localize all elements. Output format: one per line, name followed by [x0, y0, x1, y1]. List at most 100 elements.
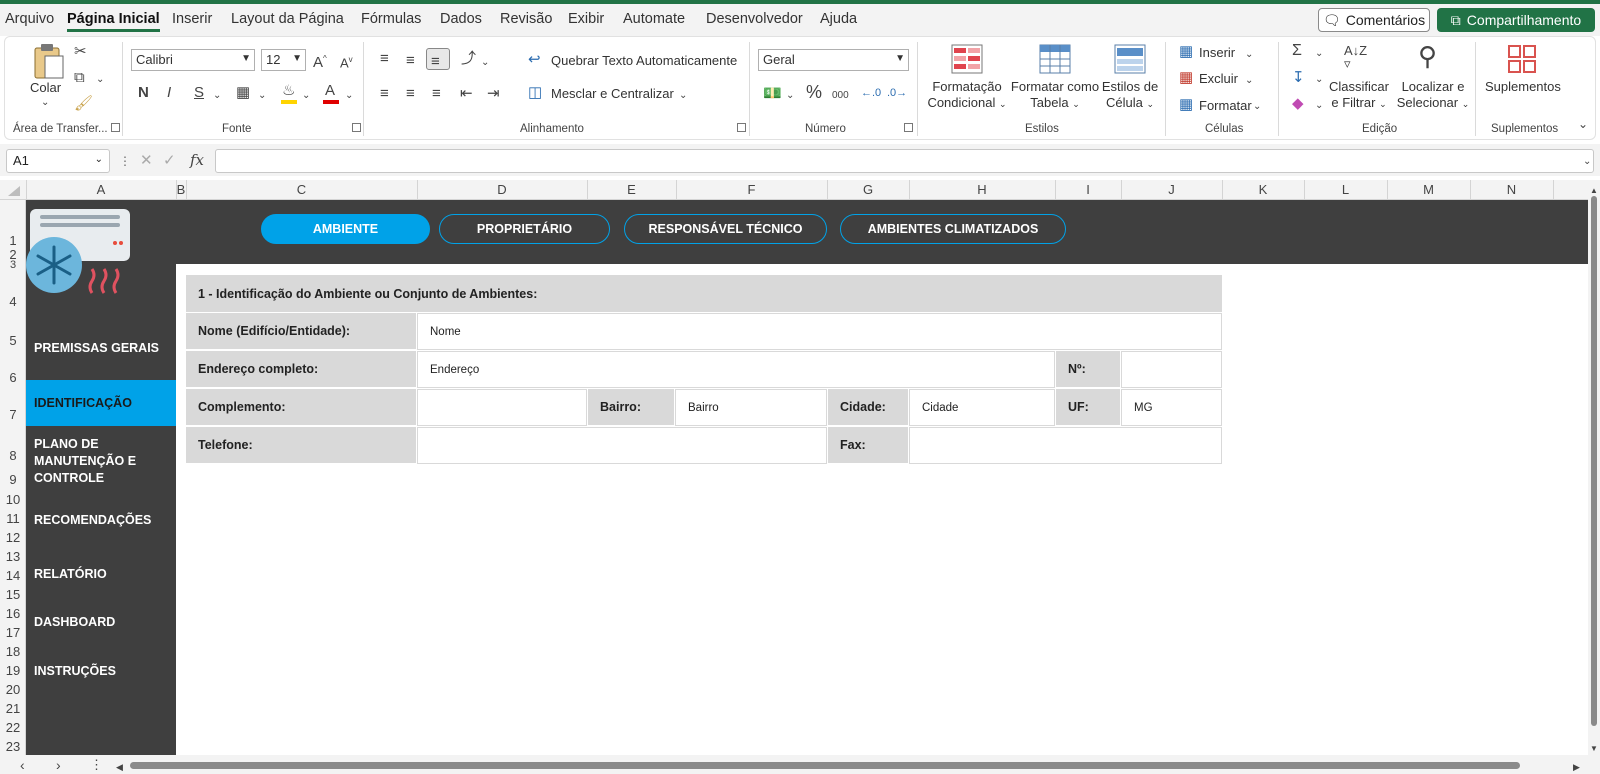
orientation-dropdown-icon[interactable]: ⌄	[481, 55, 489, 71]
horizontal-scroll-thumb[interactable]	[130, 762, 1520, 769]
next-sheet-icon[interactable]: ›	[56, 757, 61, 773]
row-header[interactable]: 13	[0, 549, 26, 564]
enter-icon[interactable]: ✓	[163, 153, 176, 169]
decrease-decimal-icon[interactable]: .0→	[887, 85, 907, 101]
align-left-icon[interactable]: ≡	[380, 86, 389, 102]
row-header[interactable]: 23	[0, 739, 26, 754]
address-field[interactable]: Endereço	[417, 351, 1055, 388]
insert-cells-button[interactable]: Inserir	[1199, 45, 1235, 60]
format-dropdown-icon[interactable]: ⌄	[1253, 99, 1261, 115]
number-format-dropdown[interactable]: Geral ▼	[758, 49, 909, 71]
percent-button[interactable]: %	[806, 83, 822, 101]
column-header-n[interactable]: N	[1470, 182, 1553, 197]
column-header-e[interactable]: E	[587, 182, 676, 197]
cell-styles-button[interactable]: Estilos de Célula ⌄	[1100, 79, 1160, 112]
comments-button[interactable]: 🗨 Comentários	[1318, 8, 1430, 32]
underline-dropdown-icon[interactable]: ⌄	[213, 88, 221, 104]
row-header[interactable]: 11	[0, 511, 26, 526]
menu-dados[interactable]: Dados	[440, 11, 482, 27]
increase-indent-icon[interactable]: ⇥	[487, 86, 500, 102]
format-cells-button[interactable]: Formatar	[1199, 98, 1252, 113]
font-color-icon[interactable]: A	[325, 83, 335, 99]
menu-inserir[interactable]: Inserir	[172, 11, 212, 27]
bold-button[interactable]: N	[138, 85, 149, 101]
row-header[interactable]: 19	[0, 663, 26, 678]
borders-icon[interactable]: ▦	[236, 85, 250, 101]
menu-pagina-inicial[interactable]: Página Inicial	[67, 11, 160, 32]
menu-arquivo[interactable]: Arquivo	[5, 11, 54, 27]
merge-dropdown-icon[interactable]: ⌄	[679, 88, 687, 104]
align-right-icon[interactable]: ≡	[432, 86, 441, 102]
scroll-right-icon[interactable]: ▶	[1573, 759, 1580, 774]
orientation-icon[interactable]: ⤴	[461, 51, 476, 67]
decrease-indent-icon[interactable]: ⇤	[460, 86, 473, 102]
column-header-d[interactable]: D	[417, 182, 587, 197]
row-header[interactable]: 12	[0, 530, 26, 545]
addins-button[interactable]: Suplementos	[1485, 79, 1561, 94]
delete-cells-button[interactable]: Excluir	[1199, 71, 1238, 86]
autosum-icon[interactable]: Σ	[1292, 43, 1302, 59]
menu-ajuda[interactable]: Ajuda	[820, 11, 857, 27]
vertical-scroll-thumb[interactable]	[1591, 196, 1597, 726]
scroll-left-icon[interactable]: ◀	[116, 759, 123, 774]
row-header[interactable]: 6	[0, 370, 26, 385]
cancel-icon[interactable]: ✕	[140, 153, 153, 169]
format-as-table-button[interactable]: Formatar como Tabela ⌄	[1010, 79, 1100, 112]
insert-dropdown-icon[interactable]: ⌄	[1245, 47, 1253, 63]
complement-field[interactable]	[417, 389, 587, 426]
copy-icon[interactable]: ⧉	[74, 70, 85, 86]
menu-formulas[interactable]: Fórmulas	[361, 11, 421, 27]
sort-filter-button[interactable]: Classificar e Filtrar ⌄	[1326, 79, 1392, 112]
addins-icon[interactable]	[1507, 44, 1537, 74]
column-header-g[interactable]: G	[827, 182, 909, 197]
prev-sheet-icon[interactable]: ‹	[20, 757, 25, 773]
column-header-b[interactable]: B	[176, 182, 186, 197]
fill-down-icon[interactable]: ↧	[1292, 70, 1305, 86]
column-header-c[interactable]: C	[186, 182, 417, 197]
font-name-dropdown[interactable]: Calibri ▼	[131, 49, 255, 71]
clipboard-launcher-icon[interactable]	[111, 123, 120, 132]
scroll-up-icon[interactable]: ▲	[1590, 183, 1598, 199]
insert-function-icon[interactable]: fx	[190, 152, 204, 168]
column-header-k[interactable]: K	[1222, 182, 1304, 197]
clear-icon[interactable]: ◆	[1292, 96, 1304, 112]
column-header-f[interactable]: F	[676, 182, 827, 197]
alignment-launcher-icon[interactable]	[737, 123, 746, 132]
chevron-down-icon[interactable]: ⌄	[41, 95, 49, 111]
column-header-m[interactable]: M	[1387, 182, 1470, 197]
nav-premissas-gerais[interactable]: PREMISSAS GERAIS	[34, 340, 159, 357]
number-field[interactable]	[1121, 351, 1222, 388]
fill-dropdown-icon[interactable]: ⌄	[1315, 72, 1323, 88]
formula-input[interactable]	[215, 149, 1594, 173]
fax-field[interactable]	[909, 427, 1222, 464]
column-header-l[interactable]: L	[1304, 182, 1387, 197]
increase-font-icon[interactable]: A^	[313, 51, 327, 71]
fill-color-icon[interactable]: ♨	[282, 83, 295, 99]
column-header-h[interactable]: H	[909, 182, 1055, 197]
wrap-text-button[interactable]: Quebrar Texto Automaticamente	[551, 53, 737, 68]
currency-dropdown-icon[interactable]: ⌄	[786, 88, 794, 104]
menu-desenvolvedor[interactable]: Desenvolvedor	[706, 11, 803, 27]
format-painter-icon[interactable]: 🖌	[74, 96, 93, 112]
format-table-icon[interactable]	[1039, 44, 1071, 74]
menu-exibir[interactable]: Exibir	[568, 11, 604, 27]
select-all-icon[interactable]	[8, 186, 20, 196]
name-field[interactable]: Nome	[417, 313, 1222, 350]
tab-ambientes-climatizados[interactable]: AMBIENTES CLIMATIZADOS	[840, 214, 1066, 244]
menu-layout[interactable]: Layout da Página	[231, 11, 344, 27]
nav-dashboard[interactable]: DASHBOARD	[34, 614, 115, 631]
row-header[interactable]: 16	[0, 606, 26, 621]
nav-identificacao[interactable]: IDENTIFICAÇÃO	[34, 395, 132, 412]
more-options-icon[interactable]: ⋮	[119, 153, 131, 169]
row-header[interactable]: 17	[0, 625, 26, 640]
row-header[interactable]: 9	[0, 472, 26, 487]
currency-icon[interactable]: 💵	[763, 86, 782, 102]
phone-field[interactable]	[417, 427, 827, 464]
align-top-icon[interactable]: ≡	[380, 51, 389, 67]
font-launcher-icon[interactable]	[352, 123, 361, 132]
decrease-font-icon[interactable]: Av	[340, 52, 353, 71]
fill-dropdown-icon[interactable]: ⌄	[302, 88, 310, 104]
font-color-dropdown-icon[interactable]: ⌄	[345, 88, 353, 104]
number-launcher-icon[interactable]	[904, 123, 913, 132]
find-select-button[interactable]: Localizar e Selecionar ⌄	[1396, 79, 1470, 112]
